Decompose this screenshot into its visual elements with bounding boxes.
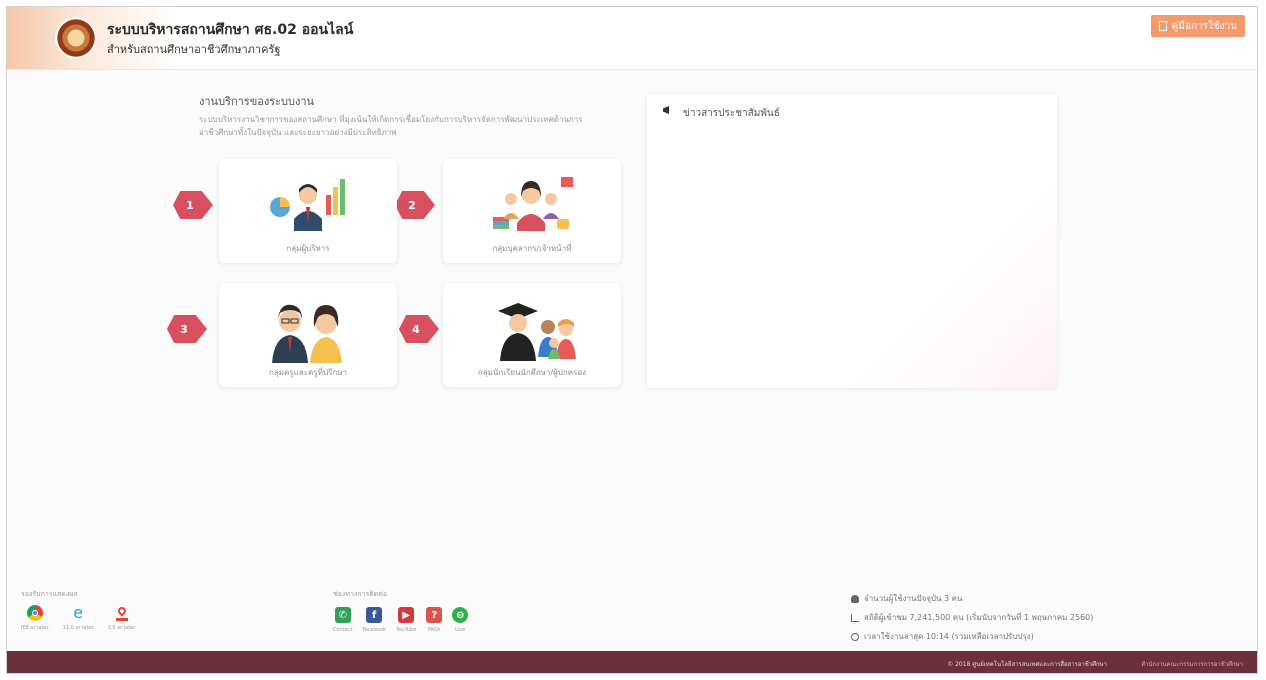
phone-icon: ✆ bbox=[334, 607, 351, 623]
manual-button-label: คู่มือการใช้งาน bbox=[1171, 20, 1237, 32]
browser-support-title: รองรับการแสดงผล bbox=[21, 590, 78, 598]
ie-icon: e bbox=[73, 603, 84, 622]
browser-list: IE8 or later e 11.0 or later 3.0 or late… bbox=[21, 603, 136, 632]
group-card-label: กลุ่มบุคลากร/เจ้าหน้าที่ bbox=[492, 244, 572, 253]
stat-row: เวลาใช้งานล่าสุด 10:14 (รวมเหลือเวลาปรับ… bbox=[851, 627, 1093, 646]
contact-caption: Line bbox=[455, 627, 466, 633]
browser-item-pdf[interactable]: 3.0 or later bbox=[107, 605, 136, 631]
chart-icon bbox=[851, 613, 859, 622]
teacher-icon bbox=[272, 304, 342, 363]
stat-visitors: สถิติผู้เข้าชม 7,241,500 คน (เริ่มนับจาก… bbox=[864, 613, 1094, 622]
news-panel: ข่าวสารประชาสัมพันธ์ bbox=[647, 94, 1057, 388]
student-parent-icon bbox=[498, 303, 576, 361]
document-icon bbox=[1158, 21, 1167, 31]
browser-caption: 3.0 or later bbox=[107, 625, 136, 631]
manual-button[interactable]: คู่มือการใช้งาน bbox=[1150, 15, 1245, 37]
group-number-badge-2: 2 bbox=[395, 191, 435, 219]
contact-item-facebook[interactable]: f Facebook bbox=[362, 607, 386, 633]
services-description: ระบบบริหารงานวิชาการของสถานศึกษา ที่มุ่ง… bbox=[199, 115, 583, 137]
contact-item-youtube[interactable]: ▶ YouTube bbox=[396, 607, 416, 633]
group-card-label: กลุ่มนักเรียนนักศึกษา/ผู้ปกครอง bbox=[477, 368, 587, 377]
site-stats: จำนวนผู้ใช้งานปัจจุบัน 3 คน สถิติผู้เข้า… bbox=[851, 589, 1093, 646]
browser-caption: IE8 or later bbox=[21, 625, 49, 631]
stat-last-update: เวลาใช้งานล่าสุด 10:14 (รวมเหลือเวลาปรับ… bbox=[864, 632, 1034, 641]
line-icon: ⊖ bbox=[452, 607, 469, 623]
site-header: ระบบบริหารสถานศึกษา ศธ.02 ออนไลน์ สำหรับ… bbox=[7, 7, 1257, 70]
contact-caption: Facebook bbox=[362, 627, 386, 633]
group-card-staff[interactable]: กลุ่มบุคลากร/เจ้าหน้าที่ bbox=[443, 159, 621, 263]
group-card-executive[interactable]: กลุ่มผู้บริหาร bbox=[219, 159, 397, 263]
chrome-icon bbox=[26, 605, 43, 621]
user-icon bbox=[851, 594, 859, 603]
browser-item-chrome[interactable]: IE8 or later bbox=[21, 605, 49, 631]
contact-item-faq[interactable]: ? FAQs bbox=[426, 607, 443, 633]
group-card-label: กลุ่มครูและครูที่ปรึกษา bbox=[269, 368, 347, 377]
facebook-icon: f bbox=[366, 607, 383, 623]
services-title: งานบริการของระบบงาน bbox=[199, 95, 315, 108]
question-icon: ? bbox=[426, 607, 443, 623]
contact-caption: FAQs bbox=[428, 627, 441, 633]
copyright-link[interactable]: สำนักงานคณะกรรมการการอาชีวศึกษา bbox=[1141, 659, 1243, 669]
contact-item-line[interactable]: ⊖ Line bbox=[452, 607, 469, 633]
site-subtitle: สำหรับสถานศึกษาอาชีวศึกษาภาครัฐ bbox=[107, 43, 281, 56]
site-title: ระบบบริหารสถานศึกษา ศธ.02 ออนไลน์ bbox=[107, 22, 354, 38]
group-number-badge-4: 4 bbox=[399, 315, 439, 343]
group-card-teacher[interactable]: กลุ่มครูและครูที่ปรึกษา bbox=[219, 283, 397, 387]
app-frame: ระบบบริหารสถานศึกษา ศธ.02 ออนไลน์ สำหรับ… bbox=[6, 6, 1258, 674]
contact-caption: YouTube bbox=[395, 627, 417, 633]
copyright-text: © 2018 ศูนย์เทคโนโลยีสารสนเทศและการสื่อส… bbox=[947, 661, 1107, 668]
contact-item-phone[interactable]: ✆ Contact bbox=[333, 607, 352, 633]
youtube-icon: ▶ bbox=[398, 607, 415, 623]
megaphone-icon bbox=[663, 106, 669, 114]
browser-item-ie[interactable]: e 11.0 or later bbox=[62, 603, 94, 632]
stat-online-users: จำนวนผู้ใช้งานปัจจุบัน 3 คน bbox=[864, 594, 963, 603]
stat-row: จำนวนผู้ใช้งานปัจจุบัน 3 คน bbox=[851, 589, 1093, 608]
contact-caption: Contact bbox=[333, 627, 353, 633]
pdf-icon bbox=[115, 605, 128, 621]
browser-caption: 11.0 or later bbox=[62, 625, 94, 631]
contact-list: ✆ Contact f Facebook ▶ YouTube ? FAQs ⊖ … bbox=[333, 607, 469, 633]
clock-icon bbox=[851, 632, 859, 641]
stat-row: สถิติผู้เข้าชม 7,241,500 คน (เริ่มนับจาก… bbox=[851, 608, 1093, 627]
executive-icon bbox=[270, 179, 345, 231]
staff-icon bbox=[493, 177, 573, 231]
group-card-label: กลุ่มผู้บริหาร bbox=[286, 244, 330, 253]
copyright-bar: © 2018 ศูนย์เทคโนโลยีสารสนเทศและการสื่อส… bbox=[7, 651, 1257, 673]
group-card-student-parent[interactable]: กลุ่มนักเรียนนักศึกษา/ผู้ปกครอง bbox=[443, 283, 621, 387]
ministry-logo[interactable] bbox=[55, 17, 97, 59]
contact-title: ช่องทางการติดต่อ bbox=[333, 590, 388, 598]
group-number-badge-1: 1 bbox=[173, 191, 213, 219]
group-number-badge-3: 3 bbox=[167, 315, 207, 343]
news-title: ข่าวสารประชาสัมพันธ์ bbox=[683, 108, 780, 119]
